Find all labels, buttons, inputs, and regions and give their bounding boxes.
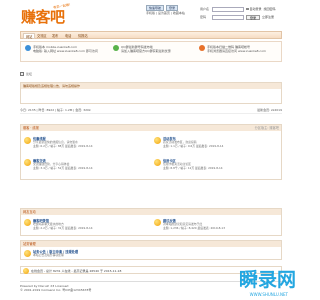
watermark-url: WWW.SHUNLU.NET xyxy=(249,292,288,297)
breadcrumb: 论坛 xyxy=(20,72,32,76)
nav-tab-3[interactable]: 电话 xyxy=(63,33,73,39)
auto-login-checkbox[interactable] xyxy=(246,7,249,11)
forum-desc: 本站公告及站务事项处理 xyxy=(33,253,64,257)
phone-icon xyxy=(25,45,31,51)
section-title[interactable]: 站务管理 xyxy=(23,242,36,246)
qrcode-icon xyxy=(199,45,205,51)
username-input[interactable] xyxy=(212,6,244,12)
announcement-banner: 手机版本 mobile.zuanke8.com 电脑版: 输入网址 www.zua… xyxy=(20,41,282,62)
nav-tab-0[interactable]: 网站 xyxy=(23,33,36,39)
forum-meta: 主题: 3.4万 / 帖子: 52万 最后发表: 2019-8-14 xyxy=(33,166,93,170)
online-icon xyxy=(23,267,29,274)
forum-item[interactable]: 建议反馈 对本站的建议和意见请发布于此 主题: 1,236 / 帖子: 8,42… xyxy=(153,217,273,237)
forum-meta: 主题: 6.2万 / 帖子: 88万 最后发表: 2019-8-14 xyxy=(33,144,93,148)
password-input[interactable] xyxy=(212,14,244,20)
login-form: 用户名 自动登录 找回密码 密码 登录 立即注册 xyxy=(200,6,282,22)
forum-status-icon xyxy=(24,159,31,166)
section-title[interactable]: 赚客 · 线报 xyxy=(23,126,39,130)
top-links-line[interactable]: 手机版 | 设为首页 | 收藏本站 xyxy=(146,11,185,15)
forum-item[interactable]: 活动发布 商家活动发布区，欢迎投稿 主题: 1.1万 / 帖子: 9.6万 最后… xyxy=(153,135,273,155)
announcement-item[interactable]: 手机版本扫描二维码 赚客吧帐号 手机浏览器请直接访问 www.zuanke8.co… xyxy=(199,45,279,54)
forum-section: 站务管理 站务公告 / 版主申请 / 违规处理 本站公告及站务事项处理 xyxy=(20,240,282,260)
top-links: 快速导航 登录 手机版 | 设为首页 | 收藏本站 xyxy=(146,5,196,16)
online-stats[interactable]: 在线会员 - 总计 8231 人在线 - 最高记录是 26540 于 2015-… xyxy=(31,269,121,273)
forum-section: 赚客 · 线报 分区版主: 赚客吧 优惠线报 分享最新最快的线报信息，请勿灌水 主… xyxy=(20,124,282,180)
forum-item[interactable]: 赚客吧茶馆 吃饭喝茶聊天灌水的地方 主题: 2.2万 / 帖子: 31万 最后发… xyxy=(23,217,143,237)
forum-item[interactable]: 优惠线报 分享最新最快的线报信息，请勿灌水 主题: 6.2万 / 帖子: 88万… xyxy=(23,135,143,155)
qq-icon xyxy=(113,45,119,51)
register-link[interactable]: 立即注册 xyxy=(262,15,274,19)
home-icon[interactable] xyxy=(20,72,24,76)
stats-left: 今日: 2135 | 昨日: 8922 | 帖子: 1.2M | 会员: 320… xyxy=(20,108,91,112)
username-label: 用户名 xyxy=(200,7,210,11)
forum-status-icon xyxy=(154,159,161,166)
forum-item[interactable]: 信用卡区 信用卡相关活动讨论区 主题: 8.8千 / 帖子: 12万 最后发表:… xyxy=(153,157,273,177)
forum-meta: 主题: 1.1万 / 帖子: 9.6万 最后发表: 2019-8-14 xyxy=(163,144,224,148)
login-button[interactable]: 登录 xyxy=(246,14,261,20)
forum-status-icon xyxy=(24,250,31,257)
nav-tab-2[interactable]: 发布 xyxy=(50,33,60,39)
forum-meta: 主题: 8.8千 / 帖子: 12万 最后发表: 2019-8-14 xyxy=(163,166,223,170)
announcement-item[interactable]: QQ群最新群号码发布啦 请加入赚客吧官方QQ群获取最新优惠 xyxy=(113,45,193,54)
stats-right[interactable]: 最新会员: zk2019 xyxy=(257,107,282,114)
site-logo[interactable]: 赚客吧 xyxy=(21,6,65,27)
forum-status-icon xyxy=(24,137,31,144)
forum-status-icon xyxy=(154,137,161,144)
forum-status-icon xyxy=(154,219,161,226)
nav-tab-1[interactable]: 交流区 xyxy=(35,33,49,39)
nav-tab-4[interactable]: 情报站 xyxy=(76,33,90,39)
forum-stats: 今日: 2135 | 昨日: 8922 | 帖子: 1.2M | 会员: 320… xyxy=(20,107,282,114)
forum-item[interactable]: 赚客交流 交流赚钱经验，分享心得体会 主题: 3.4万 / 帖子: 52万 最后… xyxy=(23,157,143,177)
breadcrumb-home[interactable]: 论坛 xyxy=(26,72,32,76)
forum-section: 网友互动 赚客吧茶馆 吃饭喝茶聊天灌水的地方 主题: 2.2万 / 帖子: 31… xyxy=(20,208,282,236)
forum-status-icon xyxy=(24,219,31,226)
notice-panel: 赚客吧版规及违规处理公告，请勿违规操作 xyxy=(20,82,282,104)
password-label: 密码 xyxy=(200,15,207,19)
section-title[interactable]: 网友互动 xyxy=(23,210,36,214)
forum-meta: 主题: 1,236 / 帖子: 8,420 最后发表: 2019-8-13 xyxy=(163,226,225,230)
section-moderators: 分区版主: 赚客吧 xyxy=(254,126,279,130)
auto-login-label: 自动登录 xyxy=(249,7,262,11)
notice-title[interactable]: 赚客吧版规及违规处理公告，请勿违规操作 xyxy=(21,83,281,89)
watermark-logo: 瞬录网 xyxy=(238,269,296,291)
forum-item[interactable]: 站务公告 / 版主申请 / 违规处理 本站公告及站务事项处理 xyxy=(23,248,273,268)
main-nav: 网站 交流区 发布 电话 情报站 xyxy=(20,31,282,39)
announcement-item[interactable]: 手机版本 mobile.zuanke8.com 电脑版: 输入网址 www.zua… xyxy=(25,45,105,54)
forgot-password-link[interactable]: 找回密码 xyxy=(264,7,276,11)
forum-meta: 主题: 2.2万 / 帖子: 31万 最后发表: 2019-8-14 xyxy=(33,226,93,230)
